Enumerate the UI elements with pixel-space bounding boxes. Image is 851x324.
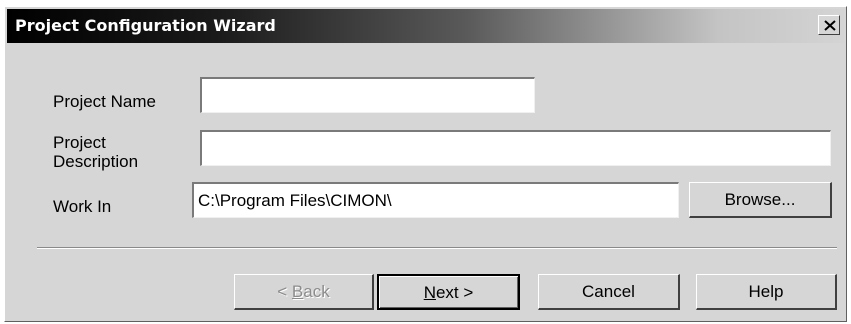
work-in-input[interactable] [192,182,679,218]
help-button[interactable]: Help [696,274,837,310]
back-button[interactable]: < Back [234,274,374,310]
cancel-button[interactable]: Cancel [538,274,680,310]
close-button[interactable] [818,15,840,35]
work-in-label: Work In [53,197,112,216]
wizard-dialog: Project Configuration Wizard Project Nam… [4,6,847,322]
browse-button[interactable]: Browse... [689,182,832,218]
window-title: Project Configuration Wizard [15,16,276,35]
project-description-label: Project Description [53,133,139,171]
next-button[interactable]: Next > [377,274,520,310]
project-name-input[interactable] [200,77,535,113]
project-description-input[interactable] [200,130,831,166]
close-icon [824,20,836,31]
project-name-label: Project Name [53,92,156,111]
title-bar: Project Configuration Wizard [7,9,844,43]
separator [37,247,837,249]
